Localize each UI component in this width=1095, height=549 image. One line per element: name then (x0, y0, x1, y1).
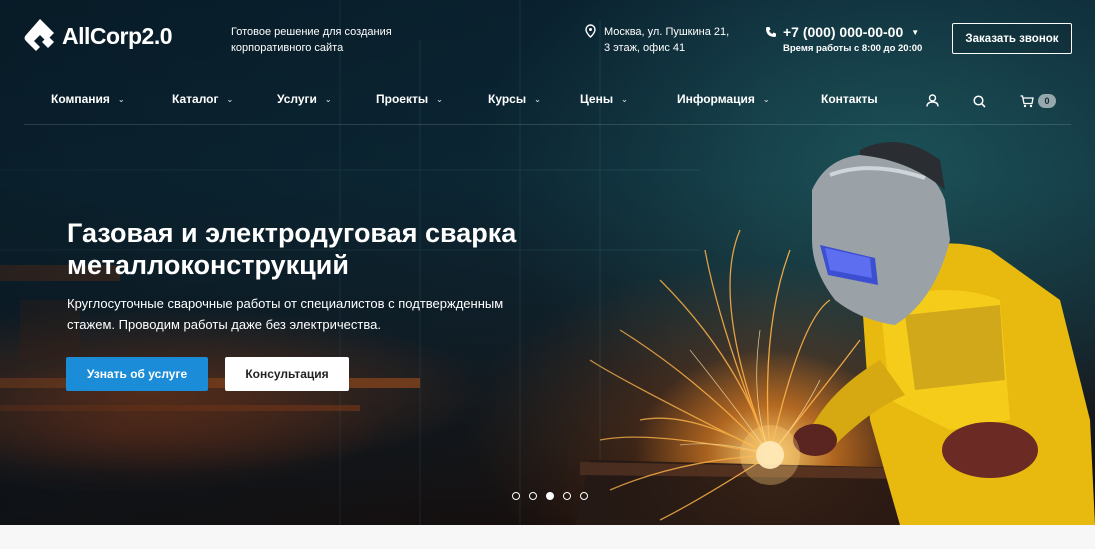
nav-item-catalog[interactable]: Каталог ⌄ (172, 92, 233, 106)
nav-item-label: Контакты (821, 92, 878, 106)
address-line-1: Москва, ул. Пушкина 21, (604, 26, 730, 38)
nav-item-contacts[interactable]: Контакты (821, 92, 878, 106)
nav-item-courses[interactable]: Курсы ⌄ (488, 92, 541, 106)
phone-number[interactable]: +7 (000) 000-00-00 (783, 24, 903, 40)
main-nav: Компания ⌄ Каталог ⌄ Услуги ⌄ Проекты ⌄ Курс… (0, 92, 1095, 112)
nav-item-label: Информация (677, 92, 755, 106)
nav-item-prices[interactable]: Цены ⌄ (580, 92, 628, 106)
slider-dot[interactable] (563, 492, 571, 500)
slider-dot[interactable] (529, 492, 537, 500)
page-content-start (0, 525, 1095, 549)
phone-block: +7 (000) 000-00-00 ▼ Время работы с 8:00… (765, 24, 922, 54)
nav-item-label: Каталог (172, 92, 219, 106)
address-line-2: 3 этаж, офис 41 (604, 42, 686, 54)
nav-item-company[interactable]: Компания ⌄ (51, 92, 125, 106)
search-icon[interactable] (973, 95, 986, 108)
working-hours: Время работы с 8:00 до 20:00 (783, 43, 923, 54)
location-pin-icon (585, 24, 596, 38)
logo-icon (24, 19, 54, 51)
cart-count-badge: 0 (1038, 94, 1056, 108)
chevron-down-icon: ⌄ (621, 94, 628, 104)
user-icon[interactable] (926, 94, 939, 107)
logo[interactable]: AllCorp2.0 (24, 18, 173, 54)
tagline: Готовое решение для создания корпоративн… (231, 26, 392, 54)
nav-item-label: Услуги (277, 92, 317, 106)
chevron-down-icon: ⌄ (436, 94, 443, 104)
consultation-button[interactable]: Консультация (225, 357, 349, 391)
address: Москва, ул. Пушкина 21, 3 этаж, офис 41 (585, 24, 729, 56)
nav-item-services[interactable]: Услуги ⌄ (277, 92, 332, 106)
phone-icon (766, 27, 776, 37)
header-divider (24, 124, 1071, 125)
slider-dot[interactable] (580, 492, 588, 500)
nav-item-projects[interactable]: Проекты ⌄ (376, 92, 443, 106)
nav-item-label: Курсы (488, 92, 527, 106)
slider-pagination (512, 492, 588, 500)
nav-item-label: Проекты (376, 92, 429, 106)
cart-icon (1020, 94, 1034, 107)
hero-subtitle: Круглосуточные сварочные работы от специ… (67, 296, 504, 332)
nav-item-label: Компания (51, 92, 110, 106)
callback-button[interactable]: Заказать звонок (952, 23, 1072, 54)
slider-dot[interactable] (512, 492, 520, 500)
hero-title: Газовая и электродуговая сварка металлок… (67, 218, 517, 280)
learn-service-button[interactable]: Узнать об услуге (66, 357, 208, 391)
nav-item-label: Цены (580, 92, 614, 106)
chevron-down-icon: ⌄ (534, 94, 541, 104)
logo-text: AllCorp2.0 (62, 22, 173, 49)
chevron-down-icon: ⌄ (324, 94, 332, 104)
slider-dot[interactable] (546, 492, 554, 500)
chevron-down-icon: ⌄ (762, 94, 770, 104)
phone-dropdown-icon[interactable]: ▼ (911, 28, 919, 37)
chevron-down-icon: ⌄ (117, 94, 125, 104)
cart-button[interactable]: 0 (1020, 94, 1056, 108)
nav-item-information[interactable]: Информация ⌄ (677, 92, 770, 106)
chevron-down-icon: ⌄ (226, 94, 234, 104)
